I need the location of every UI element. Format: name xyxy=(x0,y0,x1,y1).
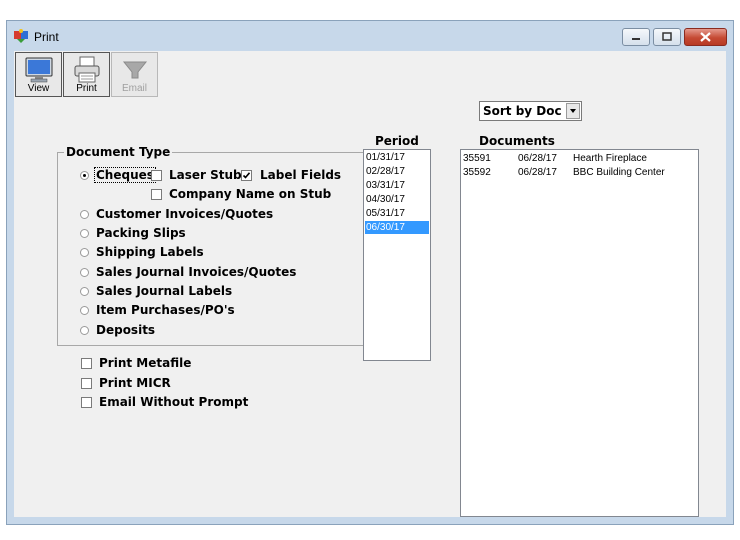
documents-header: Documents xyxy=(479,134,555,148)
email-label: Email xyxy=(121,83,147,94)
close-button[interactable] xyxy=(684,28,727,46)
radio-shipping-labels-label: Shipping Labels xyxy=(96,245,204,259)
period-item[interactable]: 04/30/17 xyxy=(365,193,429,206)
label-fields-label: Label Fields xyxy=(260,168,342,182)
checkmark-icon xyxy=(242,172,251,179)
view-button[interactable]: View xyxy=(15,52,62,97)
radio-cheques-label: Cheques xyxy=(94,167,156,183)
laser-stub-label: Laser Stub xyxy=(169,168,242,182)
window-title: Print xyxy=(34,30,59,44)
period-list[interactable]: 01/31/17 02/28/17 03/31/17 04/30/17 05/3… xyxy=(363,149,431,361)
radio-indicator xyxy=(80,287,89,296)
period-item[interactable]: 01/31/17 xyxy=(365,151,429,164)
radio-indicator xyxy=(80,248,89,257)
printer-icon xyxy=(74,56,100,83)
period-header: Period xyxy=(375,134,419,148)
radio-indicator xyxy=(80,229,89,238)
view-label: View xyxy=(27,83,50,94)
print-micr-label: Print MICR xyxy=(99,376,171,390)
sort-dropdown-value: Sort by Doc # xyxy=(483,104,576,118)
doc-date: 06/28/17 xyxy=(518,167,557,178)
monitor-icon xyxy=(25,57,53,83)
maximize-icon xyxy=(662,32,672,41)
document-type-legend: Document Type xyxy=(64,145,173,159)
company-name-on-stub-label: Company Name on Stub xyxy=(169,187,332,201)
period-item[interactable]: 03/31/17 xyxy=(365,179,429,192)
app-icon xyxy=(14,29,28,43)
print-metafile-label: Print Metafile xyxy=(99,356,192,370)
print-label: Print xyxy=(76,83,97,94)
radio-indicator xyxy=(80,210,89,219)
print-metafile-box xyxy=(81,358,92,369)
doc-name: BBC Building Center xyxy=(573,167,665,178)
minimize-icon xyxy=(632,38,640,40)
radio-sales-journal-invoices-quotes-label: Sales Journal Invoices/Quotes xyxy=(96,265,297,279)
print-window: Print View Print Email Document Type Che… xyxy=(6,20,734,525)
close-icon xyxy=(700,32,711,42)
radio-deposits-label: Deposits xyxy=(96,323,156,337)
laser-stub-box xyxy=(151,170,162,181)
documents-list[interactable]: 35591 06/28/17 Hearth Fireplace 35592 06… xyxy=(460,149,699,517)
radio-indicator xyxy=(80,326,89,335)
sort-dropdown[interactable]: Sort by Doc # xyxy=(479,101,582,121)
radio-item-purchases-pos-label: Item Purchases/PO's xyxy=(96,303,235,317)
email-without-prompt-label: Email Without Prompt xyxy=(99,395,249,409)
doc-number: 35592 xyxy=(463,167,491,178)
radio-indicator xyxy=(80,268,89,277)
doc-date: 06/28/17 xyxy=(518,153,557,164)
print-micr-box xyxy=(81,378,92,389)
title-bar[interactable]: Print xyxy=(7,21,733,51)
list-item[interactable]: 35592 06/28/17 BBC Building Center xyxy=(463,166,693,180)
dropdown-button[interactable] xyxy=(566,103,580,119)
email-funnel-icon xyxy=(122,61,148,79)
email-without-prompt-box xyxy=(81,397,92,408)
doc-name: Hearth Fireplace xyxy=(573,153,647,164)
radio-packing-slips-label: Packing Slips xyxy=(96,226,186,240)
doc-number: 35591 xyxy=(463,153,491,164)
email-button[interactable]: Email xyxy=(111,52,158,97)
radio-indicator xyxy=(80,306,89,315)
maximize-button[interactable] xyxy=(653,28,681,46)
print-button[interactable]: Print xyxy=(63,52,110,97)
minimize-button[interactable] xyxy=(622,28,650,46)
period-item[interactable]: 05/31/17 xyxy=(365,207,429,220)
list-item[interactable]: 35591 06/28/17 Hearth Fireplace xyxy=(463,152,693,166)
radio-customer-invoices-quotes-label: Customer Invoices/Quotes xyxy=(96,207,274,221)
chevron-down-icon xyxy=(570,109,576,113)
dialog-body: View Print Email Document Type Cheques L… xyxy=(14,51,726,517)
radio-sales-journal-labels-label: Sales Journal Labels xyxy=(96,284,233,298)
company-name-on-stub-box xyxy=(151,189,162,200)
label-fields-box xyxy=(241,170,252,181)
radio-indicator-selected xyxy=(80,171,89,180)
period-item-selected[interactable]: 06/30/17 xyxy=(365,221,429,234)
period-item[interactable]: 02/28/17 xyxy=(365,165,429,178)
